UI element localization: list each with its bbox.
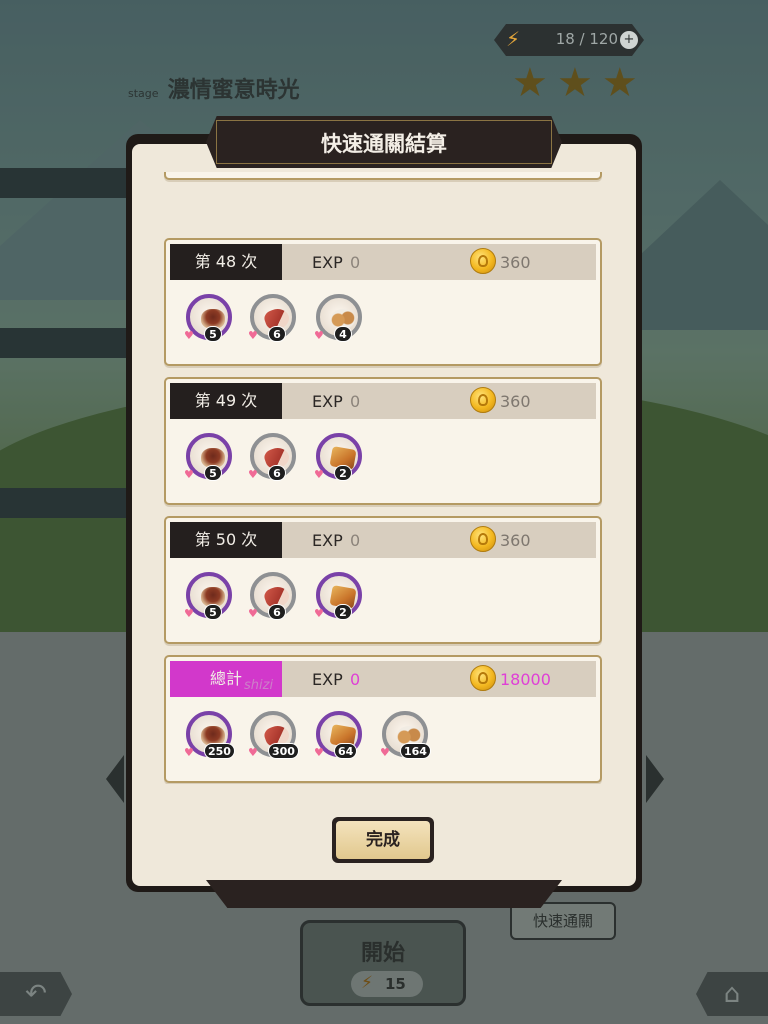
exp-label: EXP: [312, 670, 343, 689]
reward-item[interactable]: ♥ 250: [184, 711, 236, 769]
heart-icon: ♥: [314, 468, 324, 481]
watermark: shizi: [244, 678, 274, 693]
gold-value: 360: [500, 392, 531, 411]
stage-title: stage 濃情蜜意時光: [128, 72, 300, 104]
run-label: 第 50 次: [170, 522, 282, 558]
exp-value: 0: [350, 531, 361, 550]
star-icon: ★: [512, 60, 548, 106]
gold-value: 360: [500, 253, 531, 272]
exp-label: EXP: [312, 253, 343, 272]
dialog-footer-trim: [206, 880, 562, 908]
exp-value: 0: [350, 392, 361, 411]
star-icon: ★: [601, 60, 638, 106]
heart-icon: ♥: [248, 329, 258, 342]
run-label: 第 48 次: [170, 244, 282, 280]
result-list[interactable]: EXP♥5♥6♥2第 48 次EXP0360♥5♥6♥4第 49 次EXP036…: [130, 172, 638, 784]
heart-icon: ♥: [380, 746, 390, 759]
reward-item[interactable]: ♥ 6: [248, 433, 300, 491]
exp-value: 0: [350, 670, 361, 689]
total-entry: 總計 EXP 0 18000 ♥ 250 ♥ 300 ♥ 64 ♥ 164: [164, 655, 602, 783]
heart-icon: ♥: [184, 607, 194, 620]
energy-counter[interactable]: ⚡ 18 / 120 +: [494, 24, 644, 56]
reward-item[interactable]: ♥ 164: [380, 711, 432, 769]
exp-label: EXP: [312, 531, 343, 550]
reward-item[interactable]: ♥ 5: [184, 572, 236, 630]
heart-icon: ♥: [314, 746, 324, 759]
item-quantity: 2: [334, 465, 352, 481]
heart-icon: ♥: [184, 329, 194, 342]
stage-prefix: stage: [128, 87, 159, 100]
gold-value: 360: [500, 531, 531, 550]
reward-item[interactable]: ♥ 6: [248, 294, 300, 352]
exp-label: EXP: [312, 392, 343, 411]
heart-icon: ♥: [184, 746, 194, 759]
dialog-header: 快速通關結算: [206, 116, 562, 168]
start-label: 開始: [360, 941, 405, 966]
item-quantity: 4: [334, 326, 352, 342]
prev-arrow-icon[interactable]: [106, 755, 124, 803]
back-button[interactable]: ↶: [0, 972, 72, 1016]
done-button[interactable]: 完成: [332, 817, 434, 863]
run-entry: 第 49 次 EXP 0 360 ♥ 5 ♥ 6 ♥ 2: [164, 377, 602, 505]
item-quantity: 6: [268, 604, 286, 620]
reward-item[interactable]: ♥ 2: [314, 572, 366, 630]
item-quantity: 64: [334, 743, 358, 759]
reward-stats: EXP 0 360: [282, 244, 596, 280]
reward-stats: EXP 0 18000: [282, 661, 596, 697]
reward-item[interactable]: ♥ 6: [248, 572, 300, 630]
heart-icon: ♥: [248, 468, 258, 481]
run-entry: EXP♥5♥6♥2: [164, 172, 602, 180]
run-entry: 第 48 次 EXP 0 360 ♥ 5 ♥ 6 ♥ 4: [164, 238, 602, 366]
add-energy-icon[interactable]: +: [620, 31, 638, 49]
reward-item[interactable]: ♥ 2: [314, 433, 366, 491]
energy-cost-value: 15: [385, 975, 406, 993]
gold-coin-icon: [470, 526, 496, 552]
reward-stats: EXP 0 360: [282, 522, 596, 558]
next-arrow-icon[interactable]: [646, 755, 664, 803]
lightning-icon: ⚡: [361, 973, 373, 993]
done-label: 完成: [336, 821, 430, 859]
star-icon: ★: [556, 60, 593, 106]
energy-value: 18 / 120: [555, 30, 618, 48]
energy-cost: ⚡ 15: [351, 971, 423, 997]
item-quantity: 250: [204, 743, 235, 759]
item-quantity: 300: [268, 743, 299, 759]
run-entry: 第 50 次 EXP 0 360 ♥ 5 ♥ 6 ♥ 2: [164, 516, 602, 644]
item-quantity: 6: [268, 465, 286, 481]
gold-coin-icon: [470, 665, 496, 691]
item-quantity: 5: [204, 604, 222, 620]
gold-coin-icon: [470, 248, 496, 274]
gold-coin-icon: [470, 387, 496, 413]
heart-icon: ♥: [184, 468, 194, 481]
item-quantity: 5: [204, 465, 222, 481]
home-button[interactable]: ⌂: [696, 972, 768, 1016]
reward-item[interactable]: ♥ 64: [314, 711, 366, 769]
run-label: 第 49 次: [170, 383, 282, 419]
reward-item[interactable]: ♥ 300: [248, 711, 300, 769]
reward-item[interactable]: ♥ 5: [184, 294, 236, 352]
heart-icon: ♥: [314, 329, 324, 342]
exp-value: 0: [350, 253, 361, 272]
heart-icon: ♥: [248, 746, 258, 759]
item-quantity: 2: [334, 604, 352, 620]
item-quantity: 6: [268, 326, 286, 342]
dialog-title: 快速通關結算: [321, 132, 447, 156]
item-quantity: 164: [400, 743, 431, 759]
home-icon: ⌂: [723, 979, 741, 1009]
gold-value: 18000: [500, 670, 551, 689]
back-arrow-icon: ↶: [25, 979, 47, 1009]
item-quantity: 5: [204, 326, 222, 342]
star-rating: ★ ★ ★: [512, 62, 642, 104]
reward-item[interactable]: ♥ 5: [184, 433, 236, 491]
heart-icon: ♥: [248, 607, 258, 620]
stage-name: 濃情蜜意時光: [167, 78, 300, 103]
start-button[interactable]: 開始 ⚡ 15: [300, 920, 466, 1006]
reward-stats: EXP 0 360: [282, 383, 596, 419]
reward-item[interactable]: ♥ 4: [314, 294, 366, 352]
heart-icon: ♥: [314, 607, 324, 620]
lightning-icon: ⚡: [506, 27, 521, 51]
